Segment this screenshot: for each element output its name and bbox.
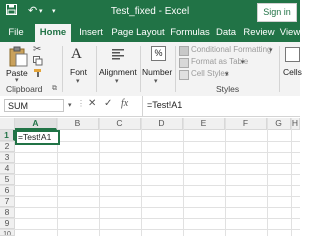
tab-view[interactable]: View [277, 24, 303, 42]
select-all-button[interactable] [0, 118, 15, 130]
paste-dropdown-icon: ▾ [15, 77, 19, 84]
paste-icon [9, 46, 28, 67]
grid-line [0, 174, 300, 175]
column-header-b[interactable]: B [57, 118, 99, 130]
title-bar: ↶ ▾ ▾ Test_fixed - Excel Sign in [0, 0, 300, 24]
tab-data[interactable]: Data [212, 24, 240, 42]
font-icon: A [71, 46, 82, 62]
tab-formulas[interactable]: Formulas [168, 24, 212, 42]
cell-styles-label: Cell Styles [191, 69, 229, 78]
ribbon-divider [140, 46, 141, 92]
font-label: Font [70, 67, 88, 77]
ribbon-divider [175, 46, 176, 92]
ribbon-divider [96, 46, 97, 92]
column-header-f[interactable]: F [225, 118, 267, 130]
column-header-d[interactable]: D [141, 118, 183, 130]
name-box-dropdown-icon[interactable]: ▾ [68, 101, 72, 109]
ribbon-tabs: File Home Insert Page Layout Formulas Da… [0, 24, 300, 42]
row-header-4[interactable]: 4 [0, 163, 15, 174]
column-header-h[interactable]: H [291, 118, 300, 130]
cells-label: Cells [283, 67, 302, 77]
grid-line [0, 163, 300, 164]
cell-styles-icon [179, 70, 189, 80]
row-header-3[interactable]: 3 [0, 152, 15, 163]
row-header-6[interactable]: 6 [0, 185, 15, 196]
format-painter-icon[interactable] [33, 68, 43, 80]
resize-handle-icon[interactable]: ⋮ [77, 99, 85, 108]
format-as-table-dropdown-icon: ▾ [241, 59, 245, 66]
cells-button[interactable]: Cells [282, 46, 302, 90]
window-title: Test_fixed - Excel [110, 6, 190, 17]
format-as-table-icon [179, 58, 189, 68]
copy-icon[interactable] [33, 56, 43, 68]
format-as-table-button[interactable]: Format as Table ▾ [179, 57, 269, 68]
percent-icon: % [151, 46, 166, 61]
conditional-formatting-dropdown-icon: ▾ [269, 47, 273, 54]
conditional-formatting-icon [179, 46, 189, 56]
grid-line [0, 207, 300, 208]
grid-line [0, 152, 300, 153]
grid-line [0, 196, 300, 197]
tab-page-layout[interactable]: Page Layout [110, 24, 166, 42]
format-as-table-label: Format as Table [191, 57, 249, 66]
row-header-10[interactable]: 10 [0, 229, 15, 236]
formula-divider [142, 96, 143, 116]
tab-insert[interactable]: Insert [74, 24, 108, 42]
alignment-icon [112, 49, 124, 60]
row-header-9[interactable]: 9 [0, 218, 15, 229]
row-header-5[interactable]: 5 [0, 174, 15, 185]
row-header-2[interactable]: 2 [0, 141, 15, 152]
name-box[interactable]: SUM [4, 99, 64, 112]
column-header-c[interactable]: C [99, 118, 141, 130]
cancel-icon[interactable]: ✕ [88, 98, 96, 109]
grid-line [0, 185, 300, 186]
formula-bar: SUM ▾ ⋮ ✕ ✓ fx =Test!A1 [0, 96, 300, 117]
font-button[interactable]: A Font ▾ [68, 46, 92, 90]
alignment-label: Alignment [99, 67, 137, 77]
column-header-e[interactable]: E [183, 118, 225, 130]
tab-review[interactable]: Review [241, 24, 277, 42]
paste-button[interactable]: Paste ▾ [6, 45, 30, 84]
cell-styles-dropdown-icon: ▾ [225, 71, 229, 78]
tab-home[interactable]: Home [35, 24, 71, 42]
tab-file[interactable]: File [2, 24, 30, 42]
row-header-1[interactable]: 1 [0, 130, 15, 141]
conditional-formatting-button[interactable]: Conditional Formatting ▾ [179, 45, 275, 56]
number-button[interactable]: % Number ▾ [142, 46, 172, 90]
grid-line [0, 229, 300, 230]
enter-icon[interactable]: ✓ [104, 98, 112, 109]
grid-line [0, 218, 300, 219]
alignment-dropdown-icon: ▾ [115, 78, 119, 85]
cell-styles-button[interactable]: Cell Styles ▾ [179, 69, 249, 80]
column-header-a[interactable]: A [15, 118, 57, 130]
styles-group-label: Styles [216, 84, 240, 94]
cut-icon[interactable]: ✂ [33, 44, 41, 55]
ribbon-home: Paste ▾ ✂ Clipboard ⧉ A Font ▾ Alignment… [0, 42, 302, 97]
ribbon-divider [279, 46, 280, 92]
formula-input[interactable]: =Test!A1 [147, 100, 182, 110]
alignment-button[interactable]: Alignment ▾ [99, 46, 137, 90]
cell-a1[interactable]: =Test!A1 [15, 130, 60, 145]
number-label: Number [142, 67, 173, 77]
font-dropdown-icon: ▾ [76, 78, 80, 85]
insert-function-icon[interactable]: fx [121, 98, 128, 109]
number-dropdown-icon: ▾ [154, 78, 158, 85]
sign-in-button[interactable]: Sign in [257, 3, 297, 22]
row-header-8[interactable]: 8 [0, 207, 15, 218]
ribbon-divider [62, 46, 63, 92]
worksheet-grid[interactable]: A B C D E F G H 1 2 3 4 5 6 7 8 9 10 =Te… [0, 118, 300, 236]
conditional-formatting-label: Conditional Formatting [191, 45, 272, 54]
clipboard-launcher-icon[interactable]: ⧉ [52, 85, 57, 93]
clipboard-group-label: Clipboard [6, 84, 43, 94]
column-header-g[interactable]: G [267, 118, 291, 130]
row-header-7[interactable]: 7 [0, 196, 15, 207]
cells-icon [285, 47, 300, 62]
